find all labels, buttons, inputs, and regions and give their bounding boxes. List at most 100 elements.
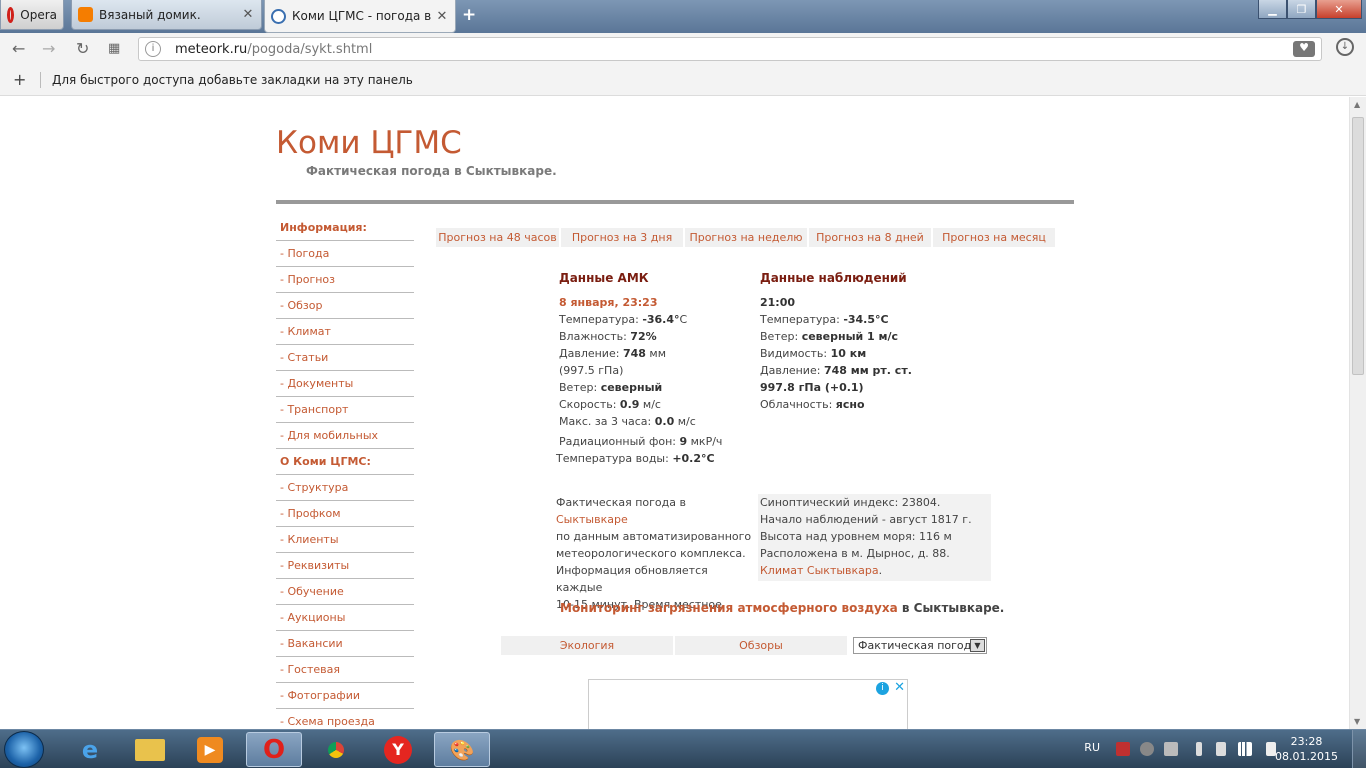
forward-icon[interactable]: →	[42, 39, 55, 58]
bottom-tabs: Экология Обзоры Фактическая погода ▼	[501, 636, 989, 655]
sidebar-item-structure[interactable]: - Структура	[276, 475, 414, 501]
sidebar-item-mobile[interactable]: - Для мобильных	[276, 423, 414, 449]
new-tab-button[interactable]: +	[462, 5, 476, 25]
sidebar-item-clients[interactable]: - Клиенты	[276, 527, 414, 553]
close-window-button[interactable]: ✕	[1316, 0, 1362, 19]
clock-time: 23:28	[1290, 735, 1323, 748]
browser-tab[interactable]: Вязаный домик. ✕	[71, 0, 262, 30]
ad-close-icon[interactable]: ✕	[894, 680, 905, 695]
air-monitoring-link[interactable]: Мониторинг загрязнения атмосферного возд…	[560, 601, 898, 615]
internet-explorer-icon[interactable]: e	[62, 732, 118, 767]
url-text: meteork.ru/pogoda/sykt.shtml	[175, 42, 373, 57]
close-tab-icon[interactable]: ✕	[241, 7, 255, 22]
sidebar-item-union[interactable]: - Профком	[276, 501, 414, 527]
station-info: Синоптический индекс: 23804. Начало набл…	[758, 494, 991, 581]
bookmarks-bar: + Для быстрого доступа добавьте закладки…	[0, 64, 1366, 96]
observation-pressure-hpa: 997.8 гПа (+0.1)	[760, 381, 864, 394]
amk-humidity: Влажность: 72%	[559, 330, 657, 343]
browser-tab-bar: Opera Вязаный домик. ✕ Коми ЦГМС - погод…	[0, 0, 1366, 33]
opera-menu-button[interactable]: Opera	[0, 0, 64, 30]
amk-max-speed: Макс. за 3 часа: 0.0 м/с	[559, 415, 696, 428]
file-explorer-icon[interactable]	[122, 732, 178, 767]
amk-pressure: Давление: 748 мм	[559, 347, 666, 360]
ad-info-icon[interactable]: i	[876, 682, 889, 695]
observation-wind: Ветер: северный 1 м/с	[760, 330, 899, 343]
media-player-icon[interactable]: ▶	[182, 732, 238, 767]
opera-icon[interactable]: O	[246, 732, 302, 767]
url-field[interactable]: i meteork.ru/pogoda/sykt.shtml ♥	[138, 37, 1322, 61]
network-icon[interactable]	[1238, 742, 1252, 756]
sidebar-item-weather[interactable]: - Погода	[276, 241, 414, 267]
reload-icon[interactable]: ↻	[76, 39, 89, 58]
sidebar-item-photos[interactable]: - Фотографии	[276, 683, 414, 709]
amk-temperature: Температура: -36.4°C	[559, 313, 688, 326]
observation-data-block: Данные наблюдений 21:00 Температура: -34…	[760, 270, 960, 413]
add-bookmark-icon[interactable]: +	[13, 70, 26, 89]
bookmarks-hint: Для быстрого доступа добавьте закладки н…	[52, 73, 413, 87]
advertisement-frame: i ✕	[588, 679, 908, 729]
weather-type-select[interactable]: Фактическая погода ▼	[853, 637, 987, 654]
tab-forecast-3d[interactable]: Прогноз на 3 дня	[561, 228, 683, 247]
sidebar-item-directions[interactable]: - Схема проезда	[276, 709, 414, 729]
tab-forecast-48h[interactable]: Прогноз на 48 часов	[436, 228, 559, 247]
tab-title: Коми ЦГМС - погода в Сыктывкаре	[292, 9, 435, 23]
monitor-icon[interactable]	[1164, 742, 1178, 756]
back-icon[interactable]: ←	[12, 39, 25, 58]
window-controls: ▁ ❐ ✕	[1258, 0, 1362, 19]
syktyvkar-link[interactable]: Сыктывкаре	[556, 513, 628, 526]
flag-icon[interactable]	[1116, 742, 1130, 756]
paint-icon[interactable]: 🎨	[434, 732, 490, 767]
sidebar-item-forecast[interactable]: - Прогноз	[276, 267, 414, 293]
tab-forecast-week[interactable]: Прогноз на неделю	[685, 228, 807, 247]
chevron-down-icon[interactable]: ▼	[970, 639, 985, 652]
pin-icon[interactable]	[1196, 742, 1202, 756]
sidebar-item-training[interactable]: - Обучение	[276, 579, 414, 605]
opera-logo-icon	[7, 6, 15, 23]
tab-ecology[interactable]: Экология	[501, 636, 673, 655]
sidebar-item-vacancies[interactable]: - Вакансии	[276, 631, 414, 657]
tab-reviews[interactable]: Обзоры	[675, 636, 847, 655]
sidebar-item-climate[interactable]: - Климат	[276, 319, 414, 345]
sidebar-item-transport[interactable]: - Транспорт	[276, 397, 414, 423]
page-scrollbar[interactable]: ▲ ▼	[1349, 97, 1366, 729]
bookmark-heart-icon[interactable]: ♥	[1293, 41, 1315, 57]
tab-forecast-8d[interactable]: Прогноз на 8 дней	[809, 228, 931, 247]
bookmarks-divider	[40, 72, 41, 88]
tab-forecast-month[interactable]: Прогноз на месяц	[933, 228, 1055, 247]
address-bar: ← → ↻ ▦ i meteork.ru/pogoda/sykt.shtml ♥…	[0, 33, 1366, 64]
language-indicator[interactable]: RU	[1084, 741, 1100, 754]
speed-dial-icon[interactable]: ▦	[108, 41, 120, 56]
sidebar-item-guestbook[interactable]: - Гостевая	[276, 657, 414, 683]
browser-tab-active[interactable]: Коми ЦГМС - погода в Сыктывкаре ✕	[264, 0, 456, 33]
start-button[interactable]	[4, 731, 44, 768]
sidebar-item-requisites[interactable]: - Реквизиты	[276, 553, 414, 579]
tab-title: Вязаный домик.	[99, 7, 201, 22]
sidebar-item-documents[interactable]: - Документы	[276, 371, 414, 397]
scroll-up-icon[interactable]: ▲	[1354, 100, 1360, 109]
scroll-down-icon[interactable]: ▼	[1354, 717, 1360, 726]
system-clock[interactable]: 23:28 08.01.2015	[1275, 734, 1338, 764]
site-info-icon[interactable]: i	[145, 41, 161, 57]
maximize-button[interactable]: ❐	[1287, 0, 1316, 19]
sidebar-menu: Информация: - Погода - Прогноз - Обзор -…	[276, 215, 414, 729]
page-viewport: Коми ЦГМС Фактическая погода в Сыктывкар…	[0, 97, 1349, 729]
observation-cloudiness: Облачность: ясно	[760, 398, 865, 411]
climate-link[interactable]: Климат Сыктывкара	[760, 564, 879, 577]
observation-time: 21:00	[760, 296, 796, 309]
settings-icon[interactable]	[1140, 742, 1154, 756]
scrollbar-thumb[interactable]	[1352, 117, 1364, 375]
minimize-button[interactable]: ▁	[1258, 0, 1287, 19]
amk-speed: Скорость: 0.9 м/с	[559, 398, 661, 411]
sidebar-item-articles[interactable]: - Статьи	[276, 345, 414, 371]
chrome-icon[interactable]	[308, 732, 364, 767]
yandex-icon[interactable]: Y	[370, 732, 426, 767]
amk-wind: Ветер: северный	[559, 381, 663, 394]
observation-pressure: Давление: 748 мм рт. ст.	[760, 364, 912, 377]
download-icon[interactable]: ↓	[1336, 38, 1354, 56]
sidebar-item-auctions[interactable]: - Аукционы	[276, 605, 414, 631]
sidebar-item-review[interactable]: - Обзор	[276, 293, 414, 319]
forecast-tabs: Прогноз на 48 часов Прогноз на 3 дня Про…	[436, 228, 1055, 247]
close-tab-icon[interactable]: ✕	[435, 9, 449, 24]
usb-icon[interactable]	[1216, 742, 1226, 756]
show-desktop-button[interactable]	[1352, 730, 1366, 768]
